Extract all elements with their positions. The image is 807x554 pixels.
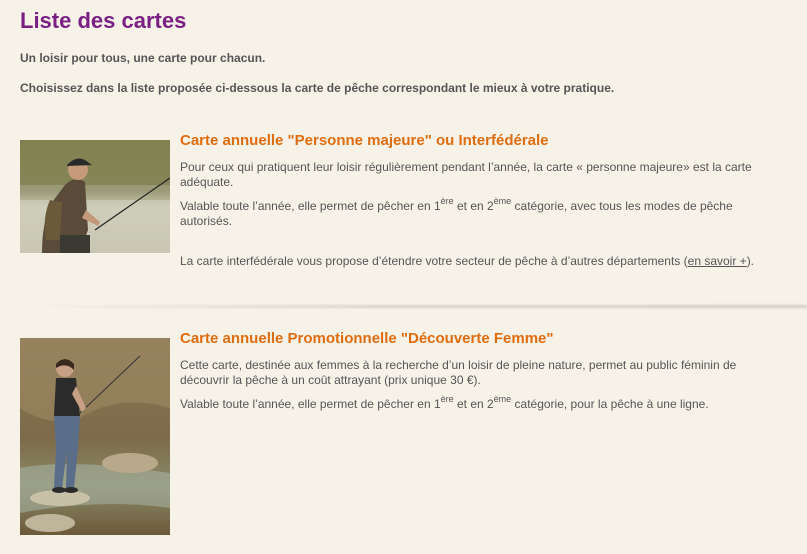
section-divider bbox=[20, 305, 807, 308]
en-savoir-plus-link[interactable]: en savoir + bbox=[688, 254, 747, 268]
card-image-woman-fishing bbox=[20, 338, 170, 535]
card-majeure-description: Pour ceux qui pratiquent leur loisir rég… bbox=[180, 160, 752, 189]
card-interfederale-description: La carte interfédérale vous propose d’ét… bbox=[180, 254, 755, 268]
card-majeure-validity: Valable toute l’année, elle permet de pê… bbox=[180, 196, 733, 229]
card-title-decouverte-femme: Carte annuelle Promotionnelle "Découvert… bbox=[180, 330, 554, 347]
intro-tagline: Un loisir pour tous, une carte pour chac… bbox=[20, 51, 266, 65]
card-femme-validity: Valable toute l’année, elle permet de pê… bbox=[180, 394, 709, 412]
page-title: Liste des cartes bbox=[20, 8, 187, 33]
card-image-fisherman bbox=[20, 140, 170, 253]
card-femme-description: Cette carte, destinée aux femmes à la re… bbox=[180, 358, 737, 387]
intro-instructions: Choisissez dans la liste proposée ci-des… bbox=[20, 81, 615, 95]
card-title-majeure: Carte annuelle "Personne majeure" ou Int… bbox=[180, 132, 549, 149]
